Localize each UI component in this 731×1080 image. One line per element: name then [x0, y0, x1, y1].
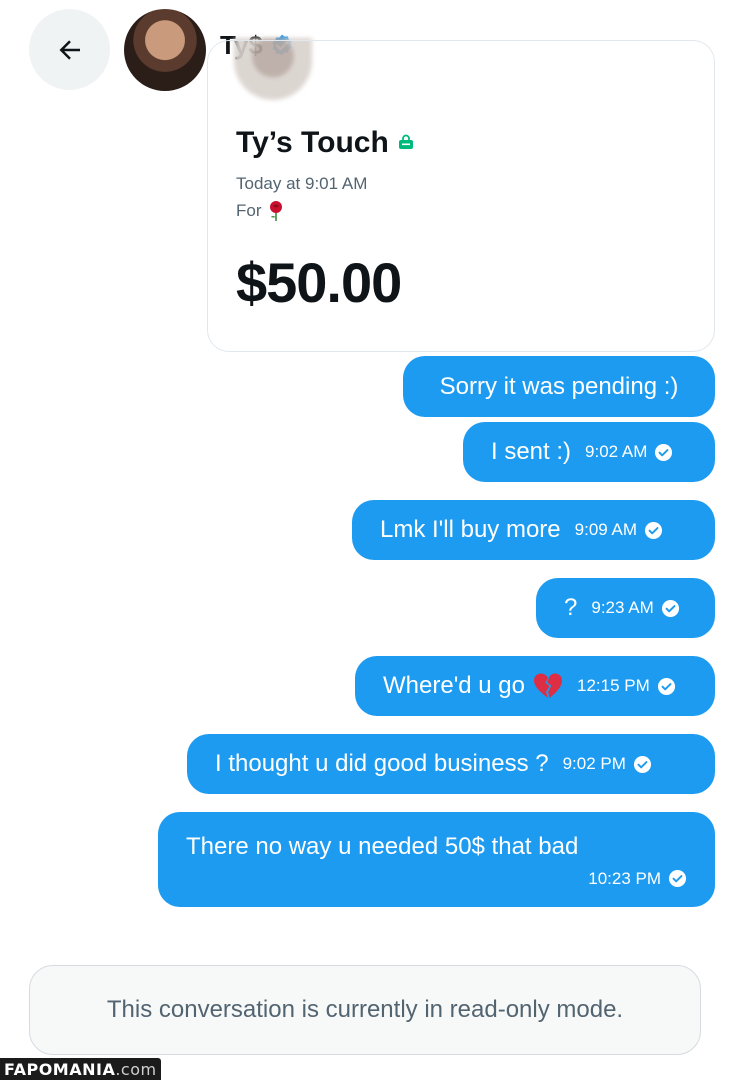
- readonly-notice-text: This conversation is currently in read-o…: [106, 996, 624, 1023]
- message-bubble[interactable]: Sorry it was pending :): [403, 356, 715, 417]
- message-bubble[interactable]: I sent :) 9:02 AM: [463, 422, 715, 482]
- message-time: 9:02 AM: [585, 442, 648, 461]
- shop-bag-icon: [397, 134, 415, 152]
- message-text: Lmk I'll buy more: [380, 516, 561, 543]
- message-bubble[interactable]: ? 9:23 AM: [536, 578, 715, 638]
- sent-check-icon: [633, 755, 652, 774]
- message-time: 9:09 AM: [574, 520, 638, 539]
- readonly-notice: This conversation is currently in read-o…: [29, 965, 701, 1055]
- message-time: 12:15 PM: [577, 676, 650, 695]
- watermark-tld: .com: [115, 1059, 157, 1079]
- rose-icon: [266, 200, 286, 222]
- card-title-text: Ty’s Touch: [236, 126, 389, 159]
- sent-check-icon: [644, 521, 663, 540]
- message-text: Where'd u go: [383, 672, 525, 699]
- message-time: 9:02 PM: [562, 754, 626, 773]
- sent-check-icon: [654, 443, 673, 462]
- watermark-brand: FAPOMANIA: [4, 1059, 116, 1079]
- arrow-left-icon: [55, 35, 85, 65]
- avatar[interactable]: [124, 9, 206, 91]
- broken-heart-icon: [533, 672, 563, 700]
- watermark-logo: FAPOMANIA .com: [0, 1058, 161, 1080]
- message-bubble[interactable]: Lmk I'll buy more 9:09 AM: [352, 500, 715, 560]
- message-text: ?: [564, 594, 578, 621]
- payment-for: For: [236, 200, 286, 222]
- card-title: Ty’s Touch: [236, 126, 415, 160]
- message-bubble[interactable]: I thought u did good business ? 9:02 PM: [187, 734, 715, 794]
- payment-time: Today at 9:01 AM: [236, 174, 368, 193]
- message-text: I thought u did good business ?: [215, 750, 549, 777]
- message-text: Sorry it was pending :): [439, 372, 679, 400]
- message-text: I sent :): [491, 438, 572, 465]
- payment-for-label: For: [236, 201, 262, 220]
- sent-check-icon: [657, 677, 676, 696]
- message-time: 9:23 AM: [591, 598, 654, 617]
- sent-check-icon: [668, 869, 687, 888]
- message-text: There no way u needed 50$ that bad: [186, 832, 579, 860]
- message-time: 10:23 PM: [588, 868, 661, 888]
- sent-check-icon: [661, 599, 680, 618]
- back-button[interactable]: [29, 9, 110, 90]
- message-bubble[interactable]: Where'd u go 12:15 PM: [355, 656, 715, 716]
- payment-amount: $50.00: [236, 251, 402, 314]
- message-bubble[interactable]: There no way u needed 50$ that bad 10:23…: [158, 812, 715, 907]
